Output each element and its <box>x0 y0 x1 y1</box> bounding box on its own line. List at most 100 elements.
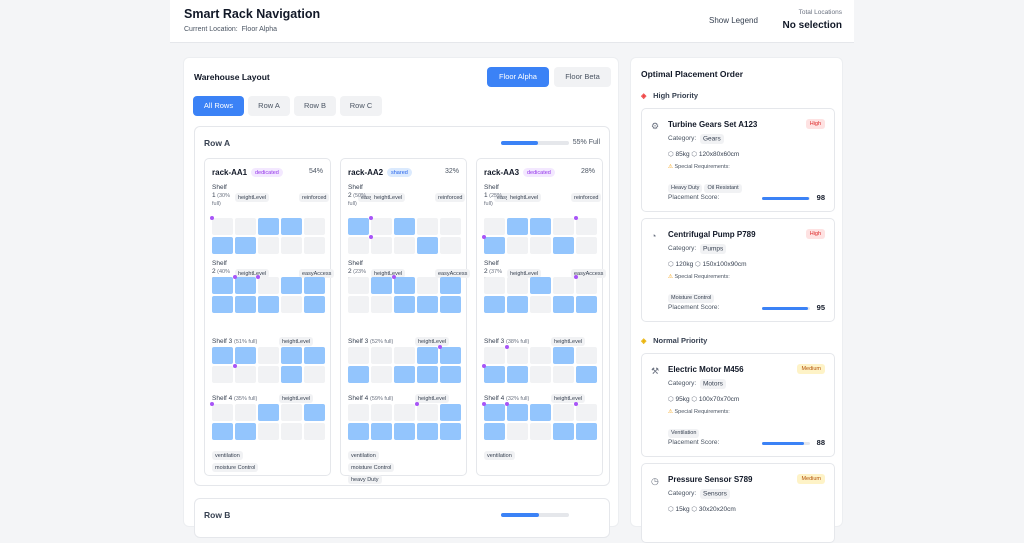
storage-slot[interactable] <box>304 404 325 421</box>
storage-slot[interactable] <box>210 402 233 421</box>
storage-slot[interactable] <box>482 402 505 421</box>
storage-slot[interactable] <box>553 366 574 383</box>
storage-slot[interactable] <box>553 347 574 364</box>
placement-card[interactable]: ◔ Centrifugal Pump P789 High Category: Pump… <box>641 218 835 322</box>
storage-slot[interactable] <box>281 237 302 254</box>
storage-slot[interactable] <box>281 296 302 313</box>
storage-slot[interactable] <box>348 404 369 421</box>
rack-card[interactable]: rack-AA2 shared 32% Shelf 2 (50% full) heightL… <box>340 158 530 484</box>
storage-slot[interactable] <box>438 345 461 364</box>
storage-slot[interactable] <box>256 275 279 294</box>
storage-slot[interactable] <box>484 423 505 440</box>
storage-slot[interactable] <box>212 347 233 364</box>
storage-slot[interactable] <box>484 347 505 364</box>
storage-slot[interactable] <box>304 296 325 313</box>
storage-slot[interactable] <box>553 404 574 421</box>
storage-slot[interactable] <box>371 404 392 421</box>
storage-slot[interactable] <box>258 347 279 364</box>
storage-slot[interactable] <box>233 364 256 383</box>
storage-slot[interactable] <box>281 277 302 294</box>
storage-slot[interactable] <box>576 347 597 364</box>
storage-slot[interactable] <box>304 237 325 254</box>
storage-slot[interactable] <box>440 277 461 294</box>
storage-slot[interactable] <box>304 366 325 383</box>
storage-slot[interactable] <box>576 237 597 254</box>
storage-slot[interactable] <box>304 347 325 364</box>
storage-slot[interactable] <box>394 237 415 254</box>
storage-slot[interactable] <box>482 364 505 383</box>
storage-slot[interactable] <box>258 296 279 313</box>
storage-slot[interactable] <box>394 423 415 440</box>
filter-row-b[interactable]: Row B <box>294 96 336 116</box>
storage-slot[interactable] <box>440 218 461 235</box>
filter-row-c[interactable]: Row C <box>340 96 382 116</box>
floor-beta-button[interactable]: Floor Beta <box>554 67 611 87</box>
storage-slot[interactable] <box>258 404 279 421</box>
storage-slot[interactable] <box>417 347 438 364</box>
storage-slot[interactable] <box>553 296 574 313</box>
storage-slot[interactable] <box>505 345 528 364</box>
placement-card[interactable]: ⚙ Turbine Gears Set A123 High Category: Gea… <box>641 108 835 212</box>
storage-slot[interactable] <box>507 237 528 254</box>
storage-slot[interactable] <box>417 218 438 235</box>
storage-slot[interactable] <box>235 423 256 440</box>
storage-slot[interactable] <box>530 347 551 364</box>
storage-slot[interactable] <box>507 218 528 235</box>
storage-slot[interactable] <box>576 296 597 313</box>
storage-slot[interactable] <box>281 347 302 364</box>
storage-slot[interactable] <box>392 275 415 294</box>
placement-card[interactable]: ◷ Pressure Sensor S789 Medium Category: Sen… <box>641 463 835 543</box>
storage-slot[interactable] <box>417 296 438 313</box>
storage-slot[interactable] <box>212 366 233 383</box>
storage-slot[interactable] <box>484 296 505 313</box>
filter-row-a[interactable]: Row A <box>248 96 290 116</box>
storage-slot[interactable] <box>235 237 256 254</box>
storage-slot[interactable] <box>394 347 415 364</box>
storage-slot[interactable] <box>553 218 574 235</box>
storage-slot[interactable] <box>507 423 528 440</box>
storage-slot[interactable] <box>212 237 233 254</box>
storage-slot[interactable] <box>348 237 369 254</box>
storage-slot[interactable] <box>348 296 369 313</box>
filter-all-rows[interactable]: All Rows <box>193 96 244 116</box>
storage-slot[interactable] <box>394 296 415 313</box>
storage-slot[interactable] <box>233 275 256 294</box>
storage-slot[interactable] <box>530 366 551 383</box>
storage-slot[interactable] <box>576 423 597 440</box>
storage-slot[interactable] <box>417 277 438 294</box>
storage-slot[interactable] <box>258 423 279 440</box>
storage-slot[interactable] <box>235 218 256 235</box>
storage-slot[interactable] <box>394 404 415 421</box>
storage-slot[interactable] <box>417 423 438 440</box>
storage-slot[interactable] <box>507 296 528 313</box>
storage-slot[interactable] <box>440 296 461 313</box>
storage-slot[interactable] <box>530 296 551 313</box>
storage-slot[interactable] <box>281 423 302 440</box>
rack-card[interactable]: rack-AA3 dedicated 28% Shelf 1 (25% full) heig… <box>476 158 666 476</box>
storage-slot[interactable] <box>574 216 597 235</box>
storage-slot[interactable] <box>530 277 551 294</box>
storage-slot[interactable] <box>371 366 392 383</box>
storage-slot[interactable] <box>440 423 461 440</box>
storage-slot[interactable] <box>576 366 597 383</box>
storage-slot[interactable] <box>348 366 369 383</box>
storage-slot[interactable] <box>348 347 369 364</box>
rack-card[interactable]: rack-AA1 dedicated 54% Shelf 1 (30% full) heig… <box>204 158 394 476</box>
storage-slot[interactable] <box>212 296 233 313</box>
storage-slot[interactable] <box>507 366 528 383</box>
storage-slot[interactable] <box>304 218 325 235</box>
storage-slot[interactable] <box>369 235 392 254</box>
storage-slot[interactable] <box>482 235 505 254</box>
storage-slot[interactable] <box>530 237 551 254</box>
storage-slot[interactable] <box>553 277 574 294</box>
storage-slot[interactable] <box>212 277 233 294</box>
storage-slot[interactable] <box>530 218 551 235</box>
storage-slot[interactable] <box>371 277 392 294</box>
storage-slot[interactable] <box>348 218 369 235</box>
show-legend-button[interactable]: Show Legend <box>709 16 758 25</box>
placement-card[interactable]: ⚒ Electric Motor M456 Medium Category: Moto… <box>641 353 835 457</box>
storage-slot[interactable] <box>281 218 302 235</box>
storage-slot[interactable] <box>440 404 461 421</box>
storage-slot[interactable] <box>371 347 392 364</box>
storage-slot[interactable] <box>505 402 528 421</box>
